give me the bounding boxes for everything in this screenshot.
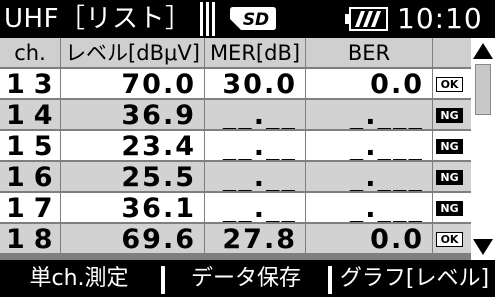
mer-cell: 27.8 [205,224,305,253]
status-badge: NG [436,139,463,154]
level-cell: 36.9 [61,100,204,129]
signal-bars-icon [200,2,215,36]
table-header: ch. レベル[dBμV] MER[dB] BER [0,38,471,68]
level-cell: 70.0 [61,69,204,98]
mer-cell: __.__ [205,131,305,160]
ber-cell: _.___ [306,131,432,160]
mer-cell: __.__ [205,193,305,222]
scrollbar[interactable] [471,38,495,260]
save-data-button[interactable]: データ保存 [167,262,325,297]
level-graph-button[interactable]: グラフ[レベル] [334,262,495,297]
level-cell: 25.5 [61,162,204,191]
ber-cell: 0.0 [306,224,432,253]
battery-icon [345,7,388,31]
header-ch: ch. [0,38,60,67]
status-cell: NG [433,162,471,191]
status-badge: OK [436,77,463,92]
header-mer: MER[dB] [205,38,305,67]
channel-cell: 13 [0,69,60,98]
single-channel-measure-button[interactable]: 単ch.測定 [0,262,158,297]
header-ber: BER [306,38,432,67]
status-cell: NG [433,131,471,160]
clock: 10:10 [397,2,483,35]
scroll-thumb[interactable] [475,64,491,115]
header-status [433,38,471,67]
table-row[interactable]: 13 70.0 30.0 0.0 OK [0,69,471,99]
screen-title: UHF［リスト］ [4,4,192,34]
status-badge: NG [436,170,463,185]
sd-card-label: SD [243,10,269,30]
scroll-down-arrow-icon[interactable] [471,236,495,258]
table-row[interactable]: 17 36.1 __.__ _.___ NG [0,193,471,223]
scroll-track[interactable] [475,64,491,234]
status-cell: NG [433,100,471,129]
status-cell: NG [433,193,471,222]
channel-cell: 16 [0,162,60,191]
device-screen: UHF［リスト］ SD 10:10 ch. レベル[dBμV] MER[dB] … [0,0,495,297]
channel-cell: 15 [0,131,60,160]
softkey-divider [328,266,332,294]
status-badge: NG [436,108,463,123]
measurement-table: ch. レベル[dBμV] MER[dB] BER 13 70.0 30.0 0… [0,38,471,260]
table-row[interactable]: 15 23.4 __.__ _.___ NG [0,131,471,161]
ber-cell: _.___ [306,162,432,191]
status-bar: UHF［リスト］ SD 10:10 [0,0,495,38]
status-badge: NG [436,201,463,216]
table-row[interactable]: 18 69.6 27.8 0.0 OK [0,224,471,254]
level-cell: 69.6 [61,224,204,253]
table-row[interactable]: 14 36.9 __.__ _.___ NG [0,100,471,130]
scroll-up-arrow-icon[interactable] [471,40,495,62]
softkey-bar: 単ch.測定 データ保存 グラフ[レベル] [0,262,495,297]
ber-cell: _.___ [306,100,432,129]
status-badge: OK [436,232,463,247]
ber-cell: _.___ [306,193,432,222]
mer-cell: 30.0 [205,69,305,98]
status-cell: OK [433,69,471,98]
mer-cell: __.__ [205,100,305,129]
status-cell: OK [433,224,471,253]
header-level: レベル[dBμV] [61,38,204,67]
channel-cell: 14 [0,100,60,129]
level-cell: 36.1 [61,193,204,222]
mer-cell: __.__ [205,162,305,191]
table-row[interactable]: 16 25.5 __.__ _.___ NG [0,162,471,192]
sd-card-icon: SD [230,7,276,30]
ber-cell: 0.0 [306,69,432,98]
channel-cell: 18 [0,224,60,253]
level-cell: 23.4 [61,131,204,160]
channel-cell: 17 [0,193,60,222]
softkey-divider [161,266,165,294]
